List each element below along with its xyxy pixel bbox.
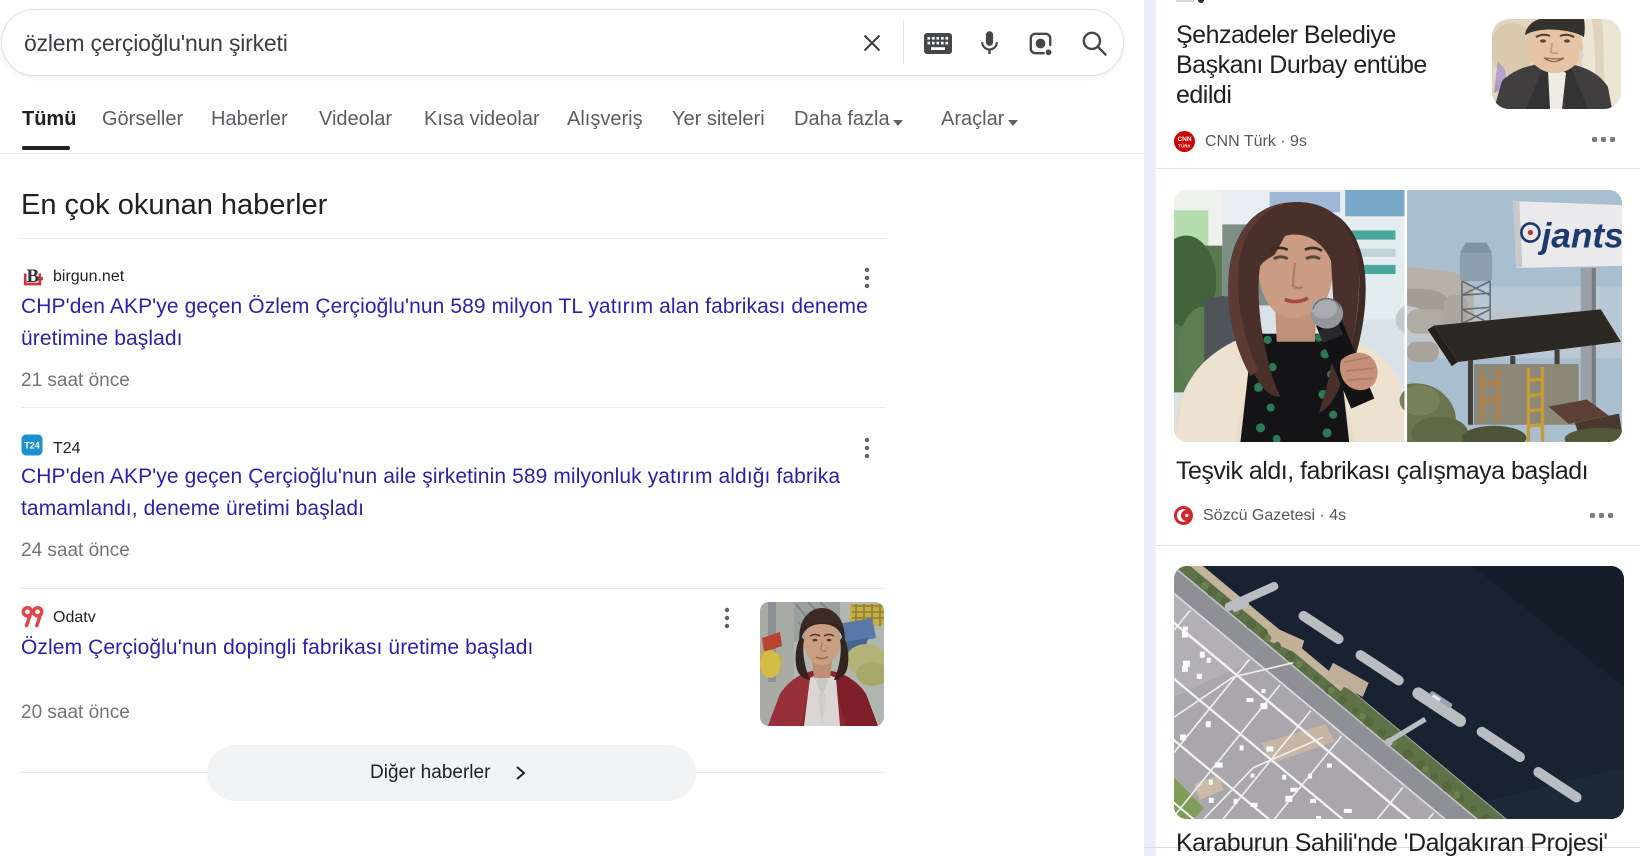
svg-text:TÜRK: TÜRK — [1178, 143, 1191, 149]
svg-text:T24: T24 — [24, 441, 40, 451]
svg-text:B: B — [27, 266, 40, 287]
svg-text:CNN: CNN — [1177, 136, 1191, 143]
svg-text:jants: jants — [1537, 217, 1622, 256]
